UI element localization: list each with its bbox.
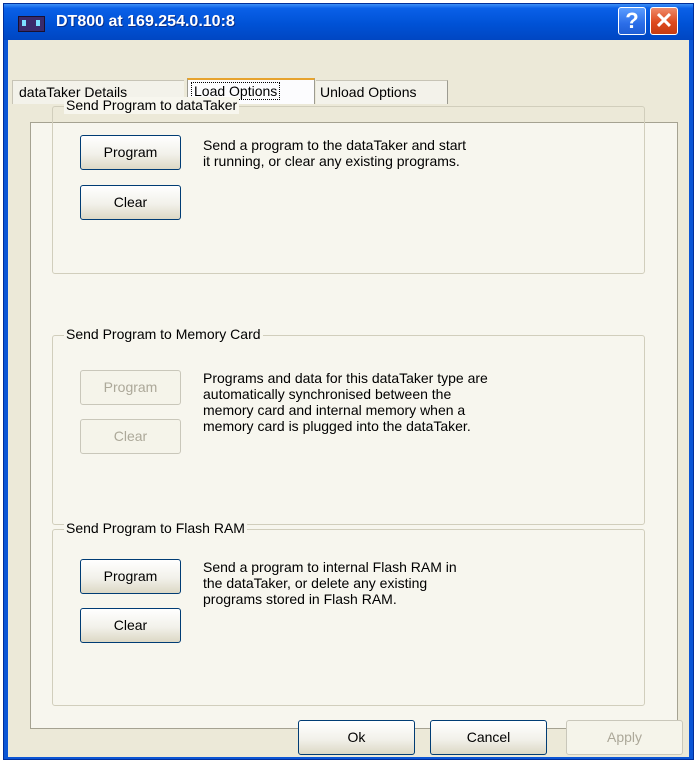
device-led [36,20,40,26]
window-title: DT800 at 169.254.0.10:8 [56,13,235,30]
datataker-description: Send a program to the dataTaker and star… [203,137,467,169]
close-icon: ✕ [654,8,674,33]
tab-label: Unload Options [320,84,417,100]
dialog-window: DT800 at 169.254.0.10:8 ? ✕ dataTaker De… [3,3,694,760]
group-send-to-flash-ram: Send Program to Flash RAM Program Clear … [52,520,645,706]
memory-card-clear-button[interactable]: Clear [80,419,181,454]
ok-button[interactable]: Ok [298,720,415,755]
memory-card-description: Programs and data for this dataTaker typ… [203,370,488,434]
device-led [22,20,26,26]
help-icon: ? [625,8,639,33]
close-button[interactable]: ✕ [650,7,678,35]
memory-card-program-button[interactable]: Program [80,370,181,405]
flash-ram-clear-button[interactable]: Clear [80,608,181,643]
datataker-device-icon [18,16,45,32]
dialog-client-area: dataTaker Details Load Options Unload Op… [8,40,689,757]
flash-ram-description: Send a program to internal Flash RAM in … [203,559,457,607]
title-bar[interactable]: DT800 at 169.254.0.10:8 ? ✕ [4,4,693,40]
help-button[interactable]: ? [618,7,646,35]
flash-ram-program-button[interactable]: Program [80,559,181,594]
group-label: Send Program to dataTaker [64,97,240,114]
tab-unload-options[interactable]: Unload Options [316,80,448,104]
cancel-button[interactable]: Cancel [430,720,547,755]
datataker-program-button[interactable]: Program [80,135,181,170]
apply-button[interactable]: Apply [566,720,683,755]
datataker-clear-button[interactable]: Clear [80,185,181,220]
group-send-to-datataker: Send Program to dataTaker Program Clear … [52,97,645,274]
group-send-to-memory-card: Send Program to Memory Card Program Clea… [52,326,645,525]
group-label: Send Program to Flash RAM [64,520,247,537]
group-label: Send Program to Memory Card [64,326,263,343]
